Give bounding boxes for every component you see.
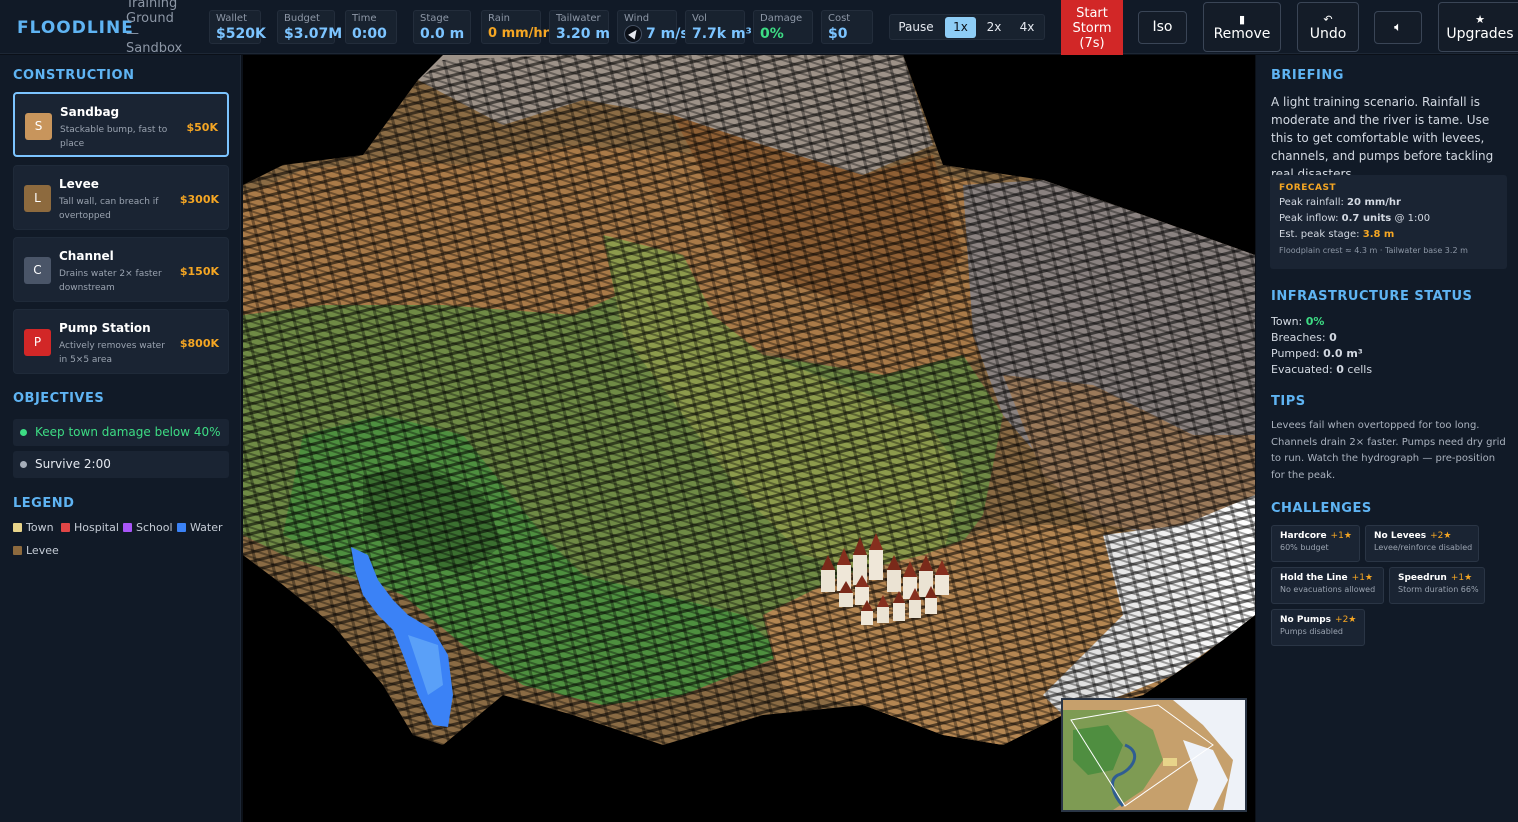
iso-view-button[interactable]: Iso: [1138, 11, 1187, 44]
stat-vol: Vol 7.7k m³: [685, 10, 752, 44]
wind-compass-icon: [624, 25, 642, 43]
pump-icon: P: [24, 329, 51, 356]
speed-controls: Pause 1x 2x 4x: [889, 14, 1045, 40]
school-swatch-icon: [123, 523, 132, 532]
est-peak-stage-value: 3.8 m: [1362, 229, 1395, 240]
tailwater-value: 3.20 m: [556, 26, 611, 42]
peak-rainfall-value: 20 mm/hr: [1347, 197, 1401, 208]
stat-time: Time 0:00: [345, 10, 397, 44]
stat-rain: Rain 0 mm/hr: [481, 10, 550, 44]
time-value: 0:00: [352, 26, 387, 42]
water-swatch-icon: [177, 523, 186, 532]
objective-item: Keep town damage below 40%: [13, 419, 229, 446]
wind-value: 7 m/s: [646, 26, 689, 42]
pause-button[interactable]: Pause: [892, 17, 940, 38]
objective-status-icon: [20, 461, 27, 468]
challenge-no-levees[interactable]: No Levees +2★ Levee/reinforce disabled: [1365, 525, 1479, 562]
challenge-hold-the-line[interactable]: Hold the Line +1★ No evacuations allowed: [1271, 567, 1384, 604]
challenges-title: CHALLENGES: [1271, 501, 1372, 516]
minimap-canvas: [1063, 700, 1233, 810]
stat-damage: Damage 0%: [753, 10, 813, 44]
stage-value: 0.0 m: [420, 26, 465, 42]
peak-inflow-value: 0.7 units: [1341, 213, 1392, 224]
construction-title: CONSTRUCTION: [13, 68, 135, 83]
briefing-text: A light training scenario. Rainfall is m…: [1271, 95, 1494, 181]
forecast-footnote: Floodplain crest ≈ 4.3 m · Tailwater bas…: [1279, 246, 1468, 255]
app-logo: FLOODLINE: [17, 18, 134, 38]
wallet-value: $520K: [216, 26, 266, 42]
vol-value: 7.7k m³: [692, 26, 752, 42]
scenario-name: Training Ground — Sandbox: [126, 0, 183, 56]
challenge-no-pumps[interactable]: No Pumps +2★ Pumps disabled: [1271, 609, 1365, 646]
legend-town: Town: [13, 521, 54, 534]
challenge-hardcore[interactable]: Hardcore +1★ 60% budget: [1271, 525, 1360, 562]
top-bar: FLOODLINE Training Ground — Sandbox Wall…: [0, 0, 1518, 56]
cost-value: $0: [828, 26, 848, 42]
sound-toggle-button[interactable]: 🔈︎: [1374, 11, 1422, 44]
objective-item: Survive 2:00: [13, 451, 229, 478]
right-panel: BRIEFING A light training scenario. Rain…: [1256, 55, 1518, 822]
upgrades-button[interactable]: ★ Upgrades: [1438, 2, 1518, 52]
town-status: Town: 0%: [1271, 315, 1325, 328]
damage-value: 0%: [760, 26, 784, 42]
stat-budget: Budget $3.07M: [277, 10, 343, 44]
breaches-status: Breaches: 0: [1271, 331, 1337, 344]
build-sandbag-card[interactable]: S Sandbag Stackable bump, fast to place …: [13, 92, 229, 157]
levee-swatch-icon: [13, 546, 22, 555]
build-levee-card[interactable]: L Levee Tall wall, can breach if overtop…: [13, 165, 229, 230]
legend-levee: Levee: [13, 544, 59, 557]
legend-water: Water: [177, 521, 223, 534]
hospital-swatch-icon: [61, 523, 70, 532]
undo-button[interactable]: ↶ Undo: [1297, 2, 1359, 52]
objectives-title: OBJECTIVES: [13, 391, 105, 406]
terrain-viewport[interactable]: [243, 55, 1255, 822]
legend-school: School: [123, 521, 173, 534]
remove-button[interactable]: ▮ Remove: [1203, 2, 1281, 52]
start-storm-button[interactable]: Start Storm (7s): [1061, 0, 1123, 55]
challenge-speedrun[interactable]: Speedrun +1★ Storm duration 66%: [1389, 567, 1485, 604]
voxel-grid-overlay-secondary: [243, 55, 1255, 745]
trash-icon: ▮: [1238, 13, 1246, 26]
rain-value: 0 mm/hr: [488, 26, 550, 41]
star-icon: ★: [1475, 13, 1485, 26]
undo-icon: ↶: [1323, 13, 1333, 26]
minimap[interactable]: [1061, 698, 1247, 812]
stat-stage: Stage 0.0 m: [413, 10, 471, 44]
budget-value: $3.07M: [284, 26, 343, 42]
speaker-icon: 🔈︎: [1394, 20, 1402, 35]
town-swatch-icon: [13, 523, 22, 532]
infrastructure-title: INFRASTRUCTURE STATUS: [1271, 289, 1473, 304]
speed-1x-button[interactable]: 1x: [945, 17, 976, 38]
stat-tailwater: Tailwater 3.20 m: [549, 10, 611, 44]
tips-text: Levees fail when overtopped for too long…: [1271, 420, 1506, 481]
briefing-title: BRIEFING: [1271, 68, 1344, 83]
stat-cost: Cost $0: [821, 10, 873, 44]
speed-2x-button[interactable]: 2x: [979, 17, 1009, 38]
left-panel: CONSTRUCTION S Sandbag Stackable bump, f…: [0, 55, 241, 822]
build-channel-card[interactable]: C Channel Drains water 2× faster downstr…: [13, 237, 229, 302]
pumped-status: Pumped: 0.0 m³: [1271, 347, 1363, 360]
sandbag-icon: S: [25, 113, 52, 140]
legend-title: LEGEND: [13, 496, 75, 511]
build-pump-station-card[interactable]: P Pump Station Actively removes water in…: [13, 309, 229, 374]
stat-wallet: Wallet $520K: [209, 10, 266, 44]
speed-4x-button[interactable]: 4x: [1012, 17, 1042, 38]
stat-wind: Wind 7 m/s: [617, 10, 689, 44]
forecast-box: FORECAST Peak rainfall: 20 mm/hr Peak in…: [1270, 175, 1507, 269]
channel-icon: C: [24, 257, 51, 284]
legend-hospital: Hospital: [61, 521, 119, 534]
objective-status-icon: [20, 429, 27, 436]
levee-icon: L: [24, 185, 51, 212]
evacuated-status: Evacuated: 0 cells: [1271, 363, 1373, 376]
tips-title: TIPS: [1271, 394, 1306, 409]
